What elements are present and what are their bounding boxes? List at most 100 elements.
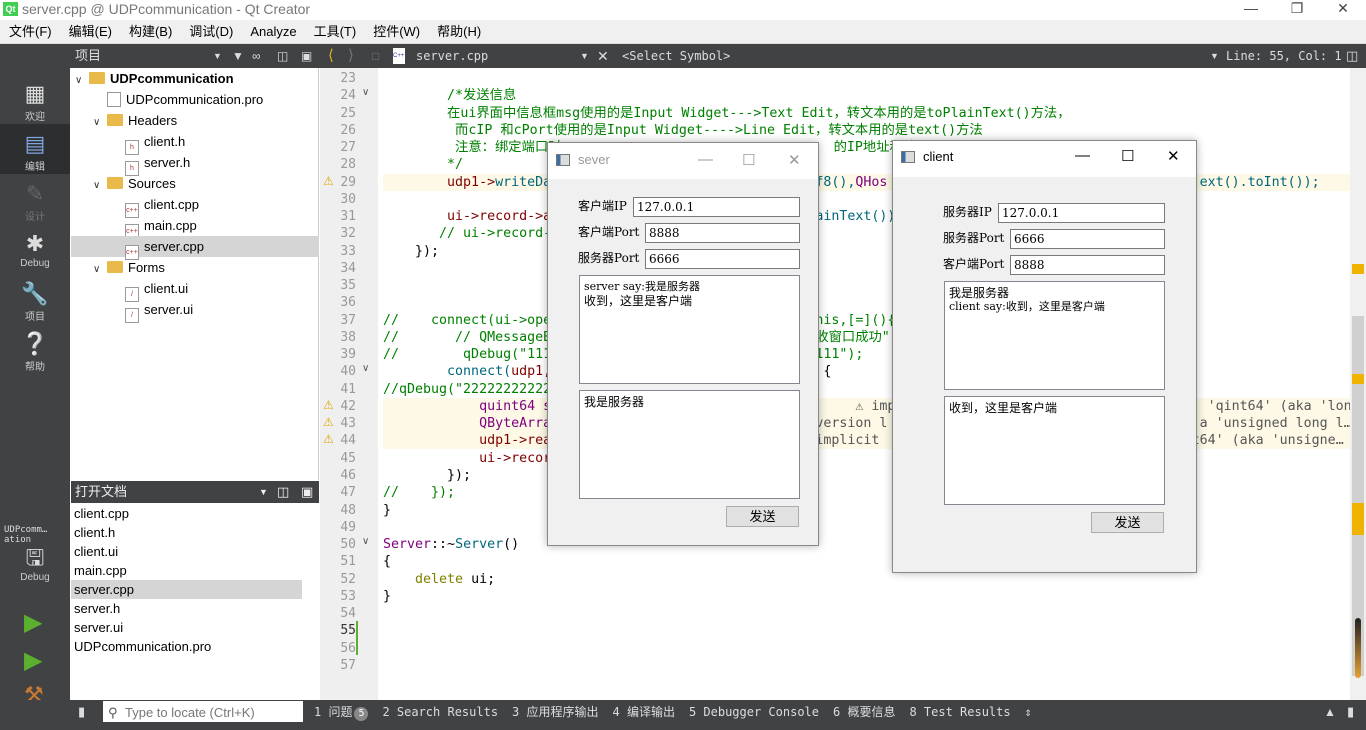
tree-item[interactable]: c++ main.cpp	[71, 215, 319, 239]
tree-item[interactable]: h client.h	[71, 131, 319, 155]
minimize-button[interactable]: —	[1228, 0, 1274, 20]
chevron-down-icon[interactable]: ∨	[93, 175, 107, 196]
output-tab-1[interactable]: 1 问题	[314, 705, 352, 719]
output-tab-7[interactable]: 8 Test Results	[909, 705, 1010, 719]
menu-5[interactable]: 工具(T)	[305, 20, 365, 44]
open-document-item[interactable]: server.cpp	[71, 580, 302, 599]
tree-item[interactable]: UDPcommunication.pro	[71, 89, 319, 110]
close-button[interactable]: ✕	[1320, 0, 1366, 20]
back-icon[interactable]: ⟨	[328, 44, 334, 68]
menu-7[interactable]: 帮助(H)	[428, 20, 489, 44]
record-textbox[interactable]: server say:我是服务器 收到，这里是客户端	[579, 275, 800, 384]
vertical-scrollbar[interactable]	[1350, 68, 1366, 700]
open-document-item[interactable]: server.ui	[71, 618, 302, 637]
output-tab-3[interactable]: 3 应用程序输出	[512, 705, 598, 719]
tree-item[interactable]: c++ server.cpp	[71, 236, 319, 260]
tree-item[interactable]: ∨ UDPcommunication	[71, 68, 319, 89]
tree-item[interactable]: ∨ Sources	[71, 173, 319, 194]
server-ip-field[interactable]: 127.0.0.1	[998, 203, 1165, 223]
cursor-position[interactable]: Line: 55, Col: 1	[1226, 44, 1342, 68]
output-tab-5[interactable]: 5 Debugger Console	[689, 705, 819, 719]
output-tab-4[interactable]: 4 编译输出	[613, 705, 675, 719]
server-port-field[interactable]: 6666	[1010, 229, 1165, 249]
symbol-selector[interactable]: <Select Symbol>	[622, 44, 730, 68]
mode-design[interactable]: ✎ 设计	[0, 174, 70, 224]
toggle-sidebar-icon[interactable]: ▮	[78, 700, 85, 724]
open-document-item[interactable]: server.h	[71, 599, 302, 618]
restore-button[interactable]: ❐	[1274, 0, 1320, 20]
tree-item[interactable]: / server.ui	[71, 299, 319, 323]
menu-1[interactable]: 编辑(E)	[60, 20, 120, 44]
menu-2[interactable]: 构建(B)	[120, 20, 180, 44]
fold-chevron-icon[interactable]: ∨	[362, 87, 369, 98]
pane-dropdown[interactable]: ▼	[213, 44, 222, 68]
menu-3[interactable]: 调试(D)	[180, 20, 241, 44]
menu-0[interactable]: 文件(F)	[0, 20, 60, 44]
split-editor-icon[interactable]: ◫	[1346, 44, 1358, 68]
debug-run-button[interactable]: ▶	[24, 646, 42, 675]
client-ip-field[interactable]: 127.0.0.1	[633, 197, 800, 217]
output-tab-6[interactable]: 6 概要信息	[833, 705, 895, 719]
split-icon[interactable]: ◫	[277, 481, 289, 503]
client-port-field[interactable]: 8888	[645, 223, 800, 243]
send-button[interactable]: 发送	[726, 506, 799, 527]
chevron-down-icon[interactable]: ∨	[75, 70, 89, 91]
output-tab-2[interactable]: 2 Search Results	[382, 705, 498, 719]
server-port-field[interactable]: 6666	[645, 249, 800, 269]
mode-projects[interactable]: 🔧 项目	[0, 274, 70, 324]
symbol-dropdown[interactable]: ▼	[1210, 44, 1219, 68]
scroll-up-icon[interactable]: ▲	[1324, 700, 1336, 724]
open-document-item[interactable]: client.ui	[71, 542, 302, 561]
send-button[interactable]: 发送	[1091, 512, 1164, 533]
toggle-output-icon[interactable]: ▮	[1347, 700, 1354, 724]
mode-help[interactable]: ❔ 帮助	[0, 324, 70, 374]
client-port-field[interactable]: 8888	[1010, 255, 1165, 275]
code-editor[interactable]: /*发送信息 在ui界面中信息框msg使用的是Input Widget--->T…	[378, 68, 1350, 700]
warning-icon[interactable]: ⚠	[323, 174, 334, 188]
minimize-button[interactable]: —	[1075, 147, 1090, 164]
filter-icon[interactable]: ▼	[232, 44, 244, 68]
message-textbox[interactable]: 收到，这里是客户端	[944, 396, 1165, 505]
open-document-item[interactable]: client.cpp	[71, 504, 302, 523]
tree-item[interactable]: / client.ui	[71, 278, 319, 302]
minimize-button[interactable]: —	[698, 151, 713, 168]
run-button[interactable]: ▶	[24, 608, 42, 637]
menu-6[interactable]: 控件(W)	[364, 20, 428, 44]
maximize-button[interactable]: ☐	[742, 151, 755, 169]
docs-dropdown[interactable]: ▼	[259, 481, 268, 503]
mode-welcome[interactable]: ▦ 欢迎	[0, 74, 70, 124]
tree-item[interactable]: ∨ Headers	[71, 110, 319, 131]
locate-input[interactable]: ⚲ Type to locate (Ctrl+K)	[103, 701, 303, 722]
maximize-button[interactable]: ☐	[1121, 147, 1134, 165]
close-file-icon[interactable]: ✕	[597, 44, 609, 68]
close-button[interactable]: ✕	[1167, 147, 1180, 165]
warning-icon[interactable]: ⚠	[323, 432, 334, 446]
file-dropdown[interactable]: ▼	[580, 44, 589, 68]
tabs-scroll-icon[interactable]: ⇕	[1025, 705, 1032, 719]
close-pane-icon[interactable]: ▣	[301, 44, 312, 68]
warning-icon[interactable]: ⚠	[323, 415, 334, 429]
current-file[interactable]: server.cpp	[416, 44, 488, 68]
warning-icon[interactable]: ⚠	[323, 398, 334, 412]
mode-edit[interactable]: ▤ 编辑	[0, 124, 70, 174]
close-pane-icon[interactable]: ▣	[301, 481, 313, 503]
forward-icon[interactable]: ⟩	[348, 44, 354, 68]
record-textbox[interactable]: 我是服务器 client say:收到，这里是客户端	[944, 281, 1165, 390]
tree-item[interactable]: c++ client.cpp	[71, 194, 319, 218]
mode-debug[interactable]: ✱ Debug	[0, 224, 70, 274]
message-textbox[interactable]: 我是服务器	[579, 390, 800, 499]
tree-item[interactable]: h server.h	[71, 152, 319, 176]
link-icon[interactable]: ∞	[252, 44, 261, 68]
open-document-item[interactable]: client.h	[71, 523, 302, 542]
open-document-item[interactable]: UDPcommunication.pro	[71, 637, 302, 656]
tree-item[interactable]: ∨ Forms	[71, 257, 319, 278]
menu-4[interactable]: Analyze	[241, 20, 304, 44]
close-button[interactable]: ✕	[788, 151, 801, 169]
fold-chevron-icon[interactable]: ∨	[362, 536, 369, 547]
chevron-down-icon[interactable]: ∨	[93, 259, 107, 280]
fold-chevron-icon[interactable]: ∨	[362, 363, 369, 374]
open-document-item[interactable]: main.cpp	[71, 561, 302, 580]
kit-selector[interactable]: 🖫 Debug	[0, 538, 70, 588]
split-icon[interactable]: ◫	[277, 44, 288, 68]
chevron-down-icon[interactable]: ∨	[93, 112, 107, 133]
